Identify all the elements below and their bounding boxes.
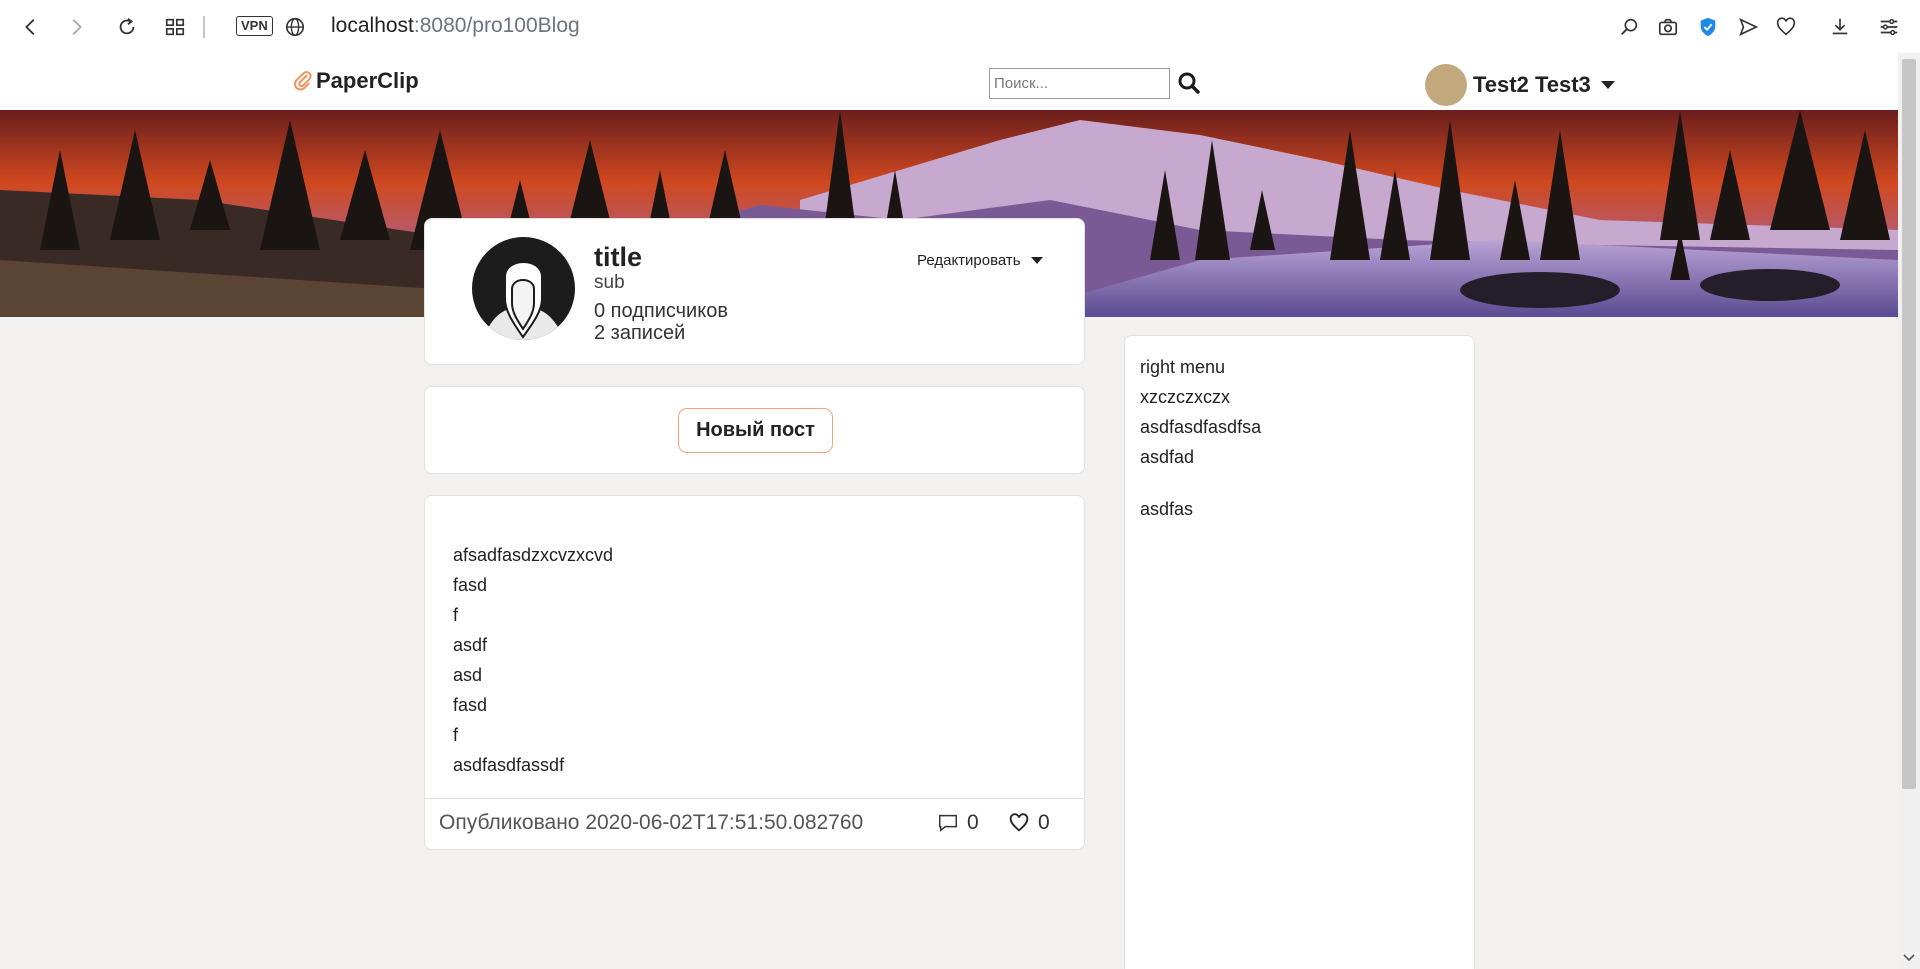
post-footer: Опубликовано 2020-06-02T17:51:50.082760 … bbox=[425, 798, 1084, 849]
post-line: fasd bbox=[453, 575, 488, 595]
vpn-badge[interactable]: VPN bbox=[236, 16, 273, 36]
right-menu-line: asdfasdfasdfsa bbox=[1140, 417, 1262, 437]
toolbar-divider bbox=[203, 16, 205, 38]
caret-down-icon bbox=[1600, 81, 1615, 89]
sliders-icon bbox=[1880, 18, 1898, 36]
post-line: f bbox=[453, 605, 459, 625]
send-icon bbox=[1739, 18, 1759, 36]
paperclip-icon bbox=[293, 71, 312, 91]
right-menu-line: right menu bbox=[1140, 357, 1226, 377]
url-path: :8080/pro100Blog bbox=[413, 14, 580, 37]
globe-icon bbox=[285, 17, 305, 37]
like-button[interactable]: 0 bbox=[1008, 811, 1050, 835]
favorites-button[interactable] bbox=[1771, 12, 1801, 42]
magnifier-icon bbox=[1621, 18, 1638, 35]
search-icon bbox=[1178, 72, 1200, 94]
likes-count: 0 bbox=[1038, 811, 1050, 834]
grid-icon bbox=[165, 18, 185, 36]
heart-icon bbox=[1009, 813, 1029, 832]
profile-card: title sub 0 подписчиков 2 записей Редакт… bbox=[424, 218, 1085, 365]
post-line: f bbox=[453, 725, 459, 745]
profile-subtitle: sub bbox=[594, 272, 625, 293]
edit-dropdown[interactable]: Редактировать bbox=[917, 252, 1043, 269]
zoom-button[interactable] bbox=[1614, 12, 1644, 42]
search-input[interactable] bbox=[989, 68, 1170, 99]
forward-button[interactable] bbox=[61, 12, 91, 42]
caret-down-icon bbox=[1030, 257, 1043, 264]
comments-count: 0 bbox=[967, 811, 979, 834]
reload-icon bbox=[119, 18, 135, 35]
user-menu[interactable]: Test2 Test3 bbox=[1425, 64, 1615, 106]
followers-count[interactable]: 0 подписчиков bbox=[594, 300, 728, 323]
user-name: Test2 Test3 bbox=[1473, 72, 1591, 97]
back-button[interactable] bbox=[16, 12, 46, 42]
shield-check-icon bbox=[1700, 17, 1716, 37]
download-icon bbox=[1832, 18, 1848, 35]
url-host: localhost bbox=[331, 14, 414, 37]
hooded-user-icon bbox=[482, 261, 565, 340]
edit-label: Редактировать bbox=[917, 252, 1021, 269]
post-content: afsadfasdzxcvzxcvd fasd f asdf asd fasd … bbox=[453, 540, 613, 780]
posts-count: 2 записей bbox=[594, 322, 686, 344]
tracker-blocker-button[interactable] bbox=[1693, 12, 1723, 42]
right-menu-card: right menu xzczczxczx asdfasdfasdfsa asd… bbox=[1124, 335, 1475, 969]
browser-toolbar: VPN localhost:8080/pro100Blog bbox=[0, 0, 1920, 53]
chevron-left-icon bbox=[25, 19, 35, 35]
reload-button[interactable] bbox=[112, 12, 142, 42]
downloads-button[interactable] bbox=[1825, 12, 1855, 42]
post-published-date: Опубликовано 2020-06-02T17:51:50.082760 bbox=[439, 811, 864, 834]
new-post-button[interactable]: Новый пост bbox=[678, 408, 833, 453]
send-button[interactable] bbox=[1733, 12, 1763, 42]
profile-avatar bbox=[472, 237, 575, 340]
tabs-grid-button[interactable] bbox=[160, 12, 190, 42]
camera-icon bbox=[1658, 18, 1678, 36]
logo-text: PaperClip bbox=[316, 68, 419, 93]
right-menu-line: asdfad bbox=[1140, 447, 1195, 467]
address-bar[interactable]: localhost:8080/pro100Blog bbox=[331, 14, 580, 38]
snapshot-button[interactable] bbox=[1653, 12, 1683, 42]
chevron-right-icon bbox=[72, 19, 82, 35]
comments-button[interactable]: 0 bbox=[937, 811, 979, 835]
comment-icon bbox=[939, 814, 957, 832]
post-line: afsadfasdzxcvzxcvd bbox=[453, 545, 614, 565]
search-button[interactable] bbox=[1175, 69, 1203, 97]
page-scrollbar[interactable] bbox=[1898, 53, 1920, 969]
scrollbar-thumb[interactable] bbox=[1902, 59, 1916, 789]
site-logo[interactable]: PaperClip bbox=[292, 68, 419, 94]
post-line: fasd bbox=[453, 695, 488, 715]
post-line: asd bbox=[453, 665, 483, 685]
profile-title: title bbox=[594, 242, 643, 272]
right-menu-line: asdfas bbox=[1140, 499, 1194, 519]
heart-icon bbox=[1776, 17, 1796, 36]
right-menu-line: xzczczxczx bbox=[1140, 387, 1230, 407]
new-post-card: Новый пост bbox=[424, 386, 1085, 474]
chevron-down-icon[interactable] bbox=[1903, 953, 1915, 963]
settings-button[interactable] bbox=[1874, 12, 1904, 42]
avatar bbox=[1425, 64, 1467, 106]
right-menu-content: right menu xzczczxczx asdfasdfasdfsa asd… bbox=[1140, 352, 1261, 524]
post-line: asdfasdfassdf bbox=[453, 755, 565, 775]
site-info-button[interactable] bbox=[280, 12, 310, 42]
site-header: PaperClip Test2 Test3 bbox=[0, 53, 1898, 110]
post-line: asdf bbox=[453, 635, 488, 655]
post-card: afsadfasdzxcvzxcvd fasd f asdf asd fasd … bbox=[424, 495, 1085, 850]
